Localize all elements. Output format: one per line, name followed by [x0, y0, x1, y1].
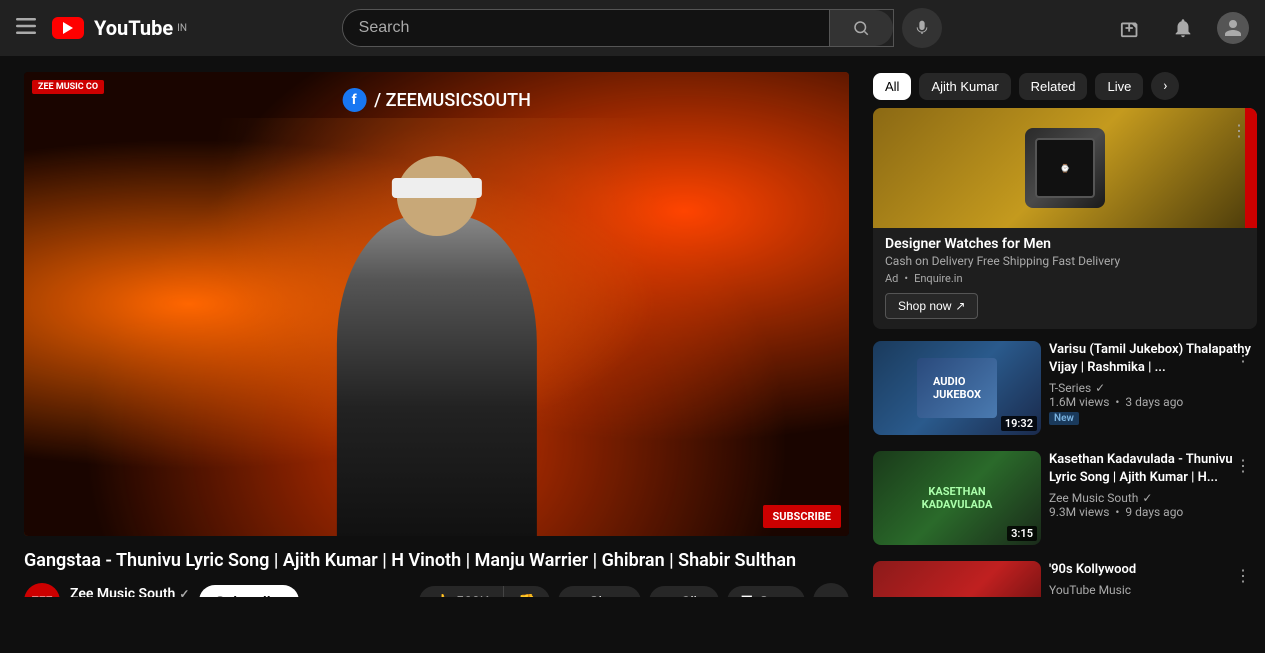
- channel-avatar[interactable]: ZEE: [24, 583, 60, 597]
- related-video-varisu[interactable]: AUDIOJUKEBOX 19:32 Varisu (Tamil Jukebox…: [873, 333, 1257, 443]
- facebook-icon: f: [342, 88, 366, 112]
- new-badge-varisu: New: [1049, 412, 1079, 425]
- shop-now-label: Shop now: [898, 299, 951, 313]
- channel-name[interactable]: Zee Music South ✓: [70, 586, 189, 597]
- ad-title: Designer Watches for Men: [885, 236, 1245, 252]
- search-button[interactable]: [829, 10, 893, 46]
- duration-badge-kasethan: 3:15: [1007, 526, 1037, 541]
- more-actions-button[interactable]: ⋯: [813, 583, 849, 597]
- fb-page-name: / ZEEMUSICSOUTH: [374, 90, 531, 111]
- hamburger-icon[interactable]: [16, 16, 36, 41]
- subscribe-button[interactable]: Subscribe: [199, 585, 299, 597]
- related-info-90s: '90s Kollywood YouTube Music Updated tod…: [1049, 561, 1257, 597]
- ad-badge: Ad: [885, 272, 898, 285]
- channel-badge-overlay: ZEE MUSIC CO: [32, 80, 104, 94]
- ad-watch-face: ⌚: [1035, 138, 1095, 198]
- user-avatar[interactable]: [1217, 12, 1249, 44]
- ad-info: Designer Watches for Men Cash on Deliver…: [873, 228, 1257, 329]
- duration-badge-varisu: 19:32: [1001, 416, 1037, 431]
- channel-verified-icon: ✓: [1095, 381, 1105, 395]
- save-icon: ☰: [741, 593, 754, 597]
- ad-description: Cash on Delivery Free Shipping Fast Deli…: [885, 254, 1245, 268]
- video-thumbnail: f / ZEEMUSICSOUTH ZEE MUSIC CO SUBSCRIBE: [24, 72, 849, 536]
- ad-label-row: Ad • Enquire.in: [885, 272, 1245, 285]
- related-title-kasethan: Kasethan Kadavulada - Thunivu Lyric Song…: [1049, 451, 1257, 487]
- related-videos-list: AUDIOJUKEBOX 19:32 Varisu (Tamil Jukebox…: [873, 333, 1257, 597]
- sidebar: All Ajith Kumar Related Live › ⌚ Designe…: [865, 56, 1265, 597]
- filter-tabs: All Ajith Kumar Related Live ›: [873, 64, 1257, 108]
- clip-button[interactable]: ✂ Clip: [649, 586, 719, 597]
- ad-thumbnail: ⌚: [873, 108, 1257, 228]
- verified-checkmark-icon: ✓: [179, 587, 189, 597]
- search-input[interactable]: [343, 10, 829, 46]
- header: YouTube IN: [0, 0, 1265, 56]
- related-thumb-varisu: AUDIOJUKEBOX 19:32: [873, 341, 1041, 435]
- related-thumb-kasethan: KASETHANKADAVULADA 3:15: [873, 451, 1041, 545]
- tab-live[interactable]: Live: [1095, 73, 1143, 100]
- header-right: [1113, 10, 1249, 46]
- channel-name-wrap: Zee Music South ✓ 5.28M subscribers: [70, 586, 189, 597]
- video-title: Gangstaa - Thunivu Lyric Song | Ajith Ku…: [24, 548, 849, 573]
- tab-related[interactable]: Related: [1019, 73, 1088, 100]
- related-title-varisu: Varisu (Tamil Jukebox) Thalapathy Vijay …: [1049, 341, 1257, 377]
- ad-card: ⌚ Designer Watches for Men Cash on Deliv…: [873, 108, 1257, 329]
- youtube-country-code: IN: [177, 23, 187, 34]
- main-content: f / ZEEMUSICSOUTH ZEE MUSIC CO SUBSCRIBE…: [0, 56, 1265, 597]
- voice-search-button[interactable]: [902, 8, 942, 48]
- share-button[interactable]: ↗ Share: [558, 586, 641, 597]
- subscribe-overlay-button[interactable]: SUBSCRIBE: [763, 505, 842, 528]
- youtube-logo[interactable]: YouTube IN: [52, 16, 187, 40]
- related-channel-kasethan: Zee Music South ✓: [1049, 491, 1257, 505]
- search-bar: [342, 9, 894, 47]
- related-views-varisu: 1.6M views • 3 days ago: [1049, 395, 1257, 409]
- related-video-kasethan[interactable]: KASETHANKADAVULADA 3:15 Kasethan Kadavul…: [873, 443, 1257, 553]
- related-info-varisu: Varisu (Tamil Jukebox) Thalapathy Vijay …: [1049, 341, 1257, 435]
- dislike-button[interactable]: 👎: [504, 586, 549, 597]
- like-button[interactable]: 👍 523K: [419, 586, 504, 597]
- ad-separator: •: [904, 272, 908, 285]
- related-channel-varisu: T-Series ✓: [1049, 381, 1257, 395]
- clip-icon: ✂: [663, 593, 675, 597]
- tab-ajith-kumar[interactable]: Ajith Kumar: [919, 73, 1010, 100]
- channel-info: ZEE Zee Music South ✓ 5.28M subscribers …: [24, 583, 299, 597]
- tab-all[interactable]: All: [873, 73, 911, 100]
- related-more-90s[interactable]: ⋮: [1229, 561, 1257, 589]
- channel-verified-icon-kasethan: ✓: [1142, 491, 1152, 505]
- ad-watch-image: ⌚: [1025, 128, 1105, 208]
- like-dislike-group: 👍 523K 👎: [419, 586, 550, 597]
- shop-now-button[interactable]: Shop now ↗: [885, 293, 978, 319]
- related-title-90s: '90s Kollywood: [1049, 561, 1257, 579]
- filter-scroll-right-button[interactable]: ›: [1151, 72, 1179, 100]
- save-button[interactable]: ☰ Save: [727, 586, 805, 597]
- youtube-logo-text: YouTube: [94, 16, 173, 40]
- channel-row: ZEE Zee Music South ✓ 5.28M subscribers …: [24, 583, 849, 597]
- ad-source: Enquire.in: [914, 272, 962, 285]
- related-video-90s[interactable]: '90s 50 ☰ '90s Kollywood YouTube Music U…: [873, 553, 1257, 597]
- related-info-kasethan: Kasethan Kadavulada - Thunivu Lyric Song…: [1049, 451, 1257, 545]
- video-section: f / ZEEMUSICSOUTH ZEE MUSIC CO SUBSCRIBE…: [0, 56, 865, 597]
- share-icon: ↗: [572, 593, 584, 597]
- related-more-varisu[interactable]: ⋮: [1229, 341, 1257, 369]
- notifications-button[interactable]: [1165, 10, 1201, 46]
- video-player[interactable]: f / ZEEMUSICSOUTH ZEE MUSIC CO SUBSCRIBE: [24, 72, 849, 536]
- related-more-kasethan[interactable]: ⋮: [1229, 451, 1257, 479]
- related-channel-90s: YouTube Music: [1049, 583, 1257, 597]
- action-buttons: 👍 523K 👎 ↗ Share ✂ Clip ☰ S: [419, 583, 849, 597]
- ad-more-button[interactable]: ⋮: [1225, 116, 1253, 144]
- related-views-kasethan: 9.3M views • 9 days ago: [1049, 505, 1257, 519]
- dislike-icon: 👎: [518, 593, 535, 597]
- like-count: 523K: [456, 593, 489, 597]
- create-button[interactable]: [1113, 10, 1149, 46]
- search-area: [342, 8, 942, 48]
- header-left: YouTube IN: [16, 16, 256, 41]
- video-fb-banner: f / ZEEMUSICSOUTH: [342, 88, 531, 112]
- related-thumb-90s: '90s 50 ☰: [873, 561, 1041, 597]
- external-link-icon: ↗: [955, 299, 965, 313]
- youtube-logo-icon: [52, 17, 84, 39]
- like-icon: 👍: [433, 593, 450, 597]
